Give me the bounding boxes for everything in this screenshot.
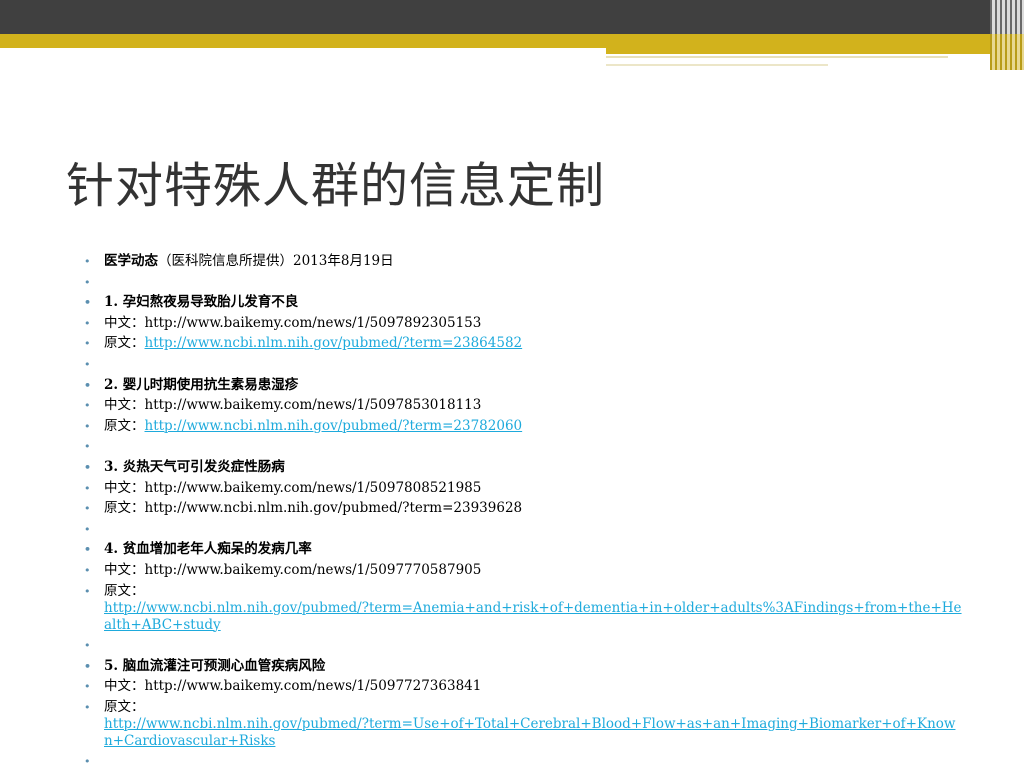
- cn-url: http://www.baikemy.com/news/1/5097727363…: [144, 678, 482, 695]
- empty-bullet: [84, 637, 964, 654]
- cn-url: http://www.baikemy.com/news/1/5097808521…: [144, 479, 482, 496]
- decorative-stripes-gold: [990, 34, 1024, 70]
- orig-label: 原文：: [104, 698, 145, 715]
- orig-url-link[interactable]: http://www.ncbi.nlm.nih.gov/pubmed/?term…: [145, 418, 523, 434]
- article-heading: 5. 脑血流灌注可预测心血管疾病风险: [84, 658, 964, 675]
- top-dark-bar: [0, 0, 1024, 34]
- slide-title: 针对特殊人群的信息定制: [66, 158, 606, 214]
- cn-label: 中文：: [104, 479, 145, 496]
- orig-url: http://www.ncbi.nlm.nih.gov/pubmed/?term…: [144, 500, 523, 517]
- orig-link-line: 原文：http://www.ncbi.nlm.nih.gov/pubmed/?t…: [84, 418, 964, 435]
- orig-label: 原文：: [104, 417, 145, 434]
- orig-url-link[interactable]: http://www.ncbi.nlm.nih.gov/pubmed/?term…: [145, 335, 523, 351]
- empty-bullet: [84, 356, 964, 373]
- cn-link-line: 中文：http://www.baikemy.com/news/1/5097808…: [84, 480, 964, 497]
- cn-label: 中文：: [104, 314, 145, 331]
- orig-url-link[interactable]: http://www.ncbi.nlm.nih.gov/pubmed/?term…: [104, 600, 962, 633]
- source-label: 医学动态: [104, 253, 158, 269]
- article-heading: 1. 孕妇熬夜易导致胎儿发育不良: [84, 294, 964, 311]
- gold-accent-bar: [0, 34, 1024, 48]
- cn-link-line: 中文：http://www.baikemy.com/news/1/5097892…: [84, 315, 964, 332]
- decorative-line: [606, 64, 828, 66]
- empty-bullet: [84, 521, 964, 538]
- source-detail: （医科院信息所提供）2013年8月19日: [158, 253, 394, 269]
- source-line: 医学动态（医科院信息所提供）2013年8月19日: [84, 253, 964, 270]
- article-heading: 2. 婴儿时期使用抗生素易患湿疹: [84, 377, 964, 394]
- empty-bullet: [84, 274, 964, 291]
- slide: 针对特殊人群的信息定制 医学动态（医科院信息所提供）2013年8月19日 1. …: [0, 0, 1024, 768]
- empty-bullet: [84, 438, 964, 455]
- cn-link-line: 中文：http://www.baikemy.com/news/1/5097727…: [84, 678, 964, 695]
- cn-url: http://www.baikemy.com/news/1/5097892305…: [144, 314, 482, 331]
- article-heading: 4. 贫血增加老年人痴呆的发病几率: [84, 541, 964, 558]
- orig-url-link[interactable]: http://www.ncbi.nlm.nih.gov/pubmed/?term…: [104, 716, 955, 749]
- cn-label: 中文：: [104, 397, 145, 414]
- orig-link-line: 原文：http://www.ncbi.nlm.nih.gov/pubmed/?t…: [84, 583, 964, 634]
- cn-link-line: 中文：http://www.baikemy.com/news/1/5097770…: [84, 562, 964, 579]
- orig-link-line: 原文：http://www.ncbi.nlm.nih.gov/pubmed/?t…: [84, 335, 964, 352]
- cn-link-line: 中文：http://www.baikemy.com/news/1/5097853…: [84, 397, 964, 414]
- gold-accent-line: [606, 48, 1024, 54]
- cn-url: http://www.baikemy.com/news/1/5097853018…: [144, 397, 482, 414]
- cn-label: 中文：: [104, 678, 145, 695]
- article-heading: 3. 炎热天气可引发炎症性肠病: [84, 459, 964, 476]
- empty-bullet: [84, 753, 964, 768]
- orig-label: 原文：: [104, 500, 145, 517]
- cn-label: 中文：: [104, 561, 145, 578]
- cn-url: http://www.baikemy.com/news/1/5097770587…: [144, 561, 482, 578]
- orig-link-line: 原文：http://www.ncbi.nlm.nih.gov/pubmed/?t…: [84, 500, 964, 517]
- orig-link-line: 原文：http://www.ncbi.nlm.nih.gov/pubmed/?t…: [84, 699, 964, 750]
- decorative-line: [606, 56, 948, 58]
- orig-label: 原文：: [104, 582, 145, 599]
- orig-label: 原文：: [104, 335, 145, 352]
- content-list: 医学动态（医科院信息所提供）2013年8月19日 1. 孕妇熬夜易导致胎儿发育不…: [84, 253, 964, 768]
